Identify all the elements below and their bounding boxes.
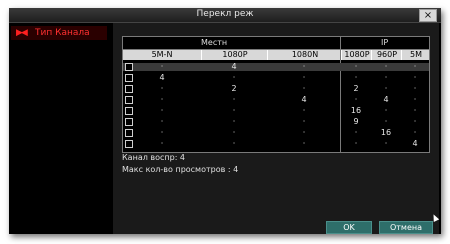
channel-table: Местн IP 5M-N 1080P 1080N 1080P 960P 5M … (122, 36, 430, 153)
close-icon: × (423, 10, 433, 21)
table-cell: · (413, 95, 417, 104)
table-cell: · (232, 117, 236, 126)
table-cell: 4 (231, 62, 237, 71)
table-cell: 4 (301, 95, 307, 104)
table-row[interactable]: · · · 9 · · (123, 117, 429, 126)
table-cell: · (354, 62, 358, 71)
column-header-5m: 5M (401, 50, 430, 60)
table-cell: 4 (159, 73, 165, 82)
table-cell: · (413, 106, 417, 115)
row-checkbox[interactable] (125, 118, 133, 126)
table-cell: · (160, 106, 164, 115)
table-cell: · (354, 128, 358, 137)
table-cell: · (160, 128, 164, 137)
close-button[interactable]: × (419, 9, 437, 22)
table-cell: · (232, 95, 236, 104)
table-cell: · (354, 73, 358, 82)
table-cell: · (302, 139, 306, 148)
mode-switch-dialog: Перекл реж × ▶◀ Тип Канала Местн IP 5M-N… (9, 8, 441, 234)
table-row[interactable]: · · · · · 4 (123, 139, 429, 148)
table-cell: · (160, 139, 164, 148)
column-header-1080p-ip: 1080P (341, 50, 372, 60)
group-header-local: Местн (201, 38, 228, 47)
table-cell: · (302, 128, 306, 137)
channel-arrows-icon: ▶◀ (16, 28, 28, 38)
content-panel: Местн IP 5M-N 1080P 1080N 1080P 960P 5M … (113, 23, 439, 234)
table-cell: 16 (350, 106, 362, 115)
table-cell: · (354, 95, 358, 104)
table-cell: · (232, 73, 236, 82)
dialog-title: Перекл реж (196, 9, 254, 19)
row-checkbox[interactable] (125, 85, 133, 93)
table-cell: · (232, 139, 236, 148)
table-cell: 9 (353, 117, 359, 126)
table-cell: · (302, 62, 306, 71)
row-checkbox[interactable] (125, 140, 133, 148)
table-cell: 4 (383, 95, 389, 104)
table-row[interactable]: · 4 · · · · (123, 62, 429, 71)
table-cell: · (384, 117, 388, 126)
table-cell: · (384, 139, 388, 148)
group-header-ip: IP (381, 38, 389, 47)
playback-channel-info: Канал воспр: 4 (122, 153, 186, 162)
row-checkbox[interactable] (125, 107, 133, 115)
table-cell: 2 (353, 84, 359, 93)
row-checkbox[interactable] (125, 129, 133, 137)
table-cell: · (413, 84, 417, 93)
row-checkbox[interactable] (125, 74, 133, 82)
table-cell: · (413, 73, 417, 82)
column-header-960p: 960P (371, 50, 402, 60)
sidebar-item-label: Тип Канала (35, 28, 90, 38)
table-cell: · (413, 117, 417, 126)
table-cell: · (160, 84, 164, 93)
table-cell: · (232, 106, 236, 115)
table-cell: · (413, 128, 417, 137)
column-header-1080p-local: 1080P (201, 50, 268, 60)
table-cell: · (384, 84, 388, 93)
table-row[interactable]: · · · 16 · · (123, 106, 429, 115)
column-header-bar: 5M-N 1080P 1080N 1080P 960P 5M (123, 50, 429, 60)
ok-button[interactable]: OK (326, 221, 372, 234)
table-cell: · (302, 106, 306, 115)
column-header-5m-n: 5M-N (151, 50, 173, 59)
table-row[interactable]: · · 4 · 4 · (123, 95, 429, 104)
table-cell: · (354, 139, 358, 148)
title-bar: Перекл реж × (9, 8, 441, 23)
row-checkbox[interactable] (125, 96, 133, 104)
table-cell: 2 (231, 84, 237, 93)
sidebar-item-channel-type[interactable]: ▶◀ Тип Канала (11, 26, 107, 40)
table-cell: · (160, 117, 164, 126)
table-row[interactable]: · · · · 16 · (123, 128, 429, 137)
table-cell: · (160, 95, 164, 104)
table-cell: · (384, 73, 388, 82)
table-cell: · (302, 73, 306, 82)
table-cell: · (413, 62, 417, 71)
table-row[interactable]: · 2 · 2 · · (123, 84, 429, 93)
column-header-1080n: 1080N (267, 50, 342, 60)
max-views-info: Макс кол-во просмотров : 4 (122, 165, 239, 174)
table-cell: 16 (380, 128, 392, 137)
table-cell: · (302, 84, 306, 93)
table-cell: 4 (412, 139, 418, 148)
sidebar: ▶◀ Тип Канала (9, 23, 109, 234)
table-cell: · (384, 106, 388, 115)
table-cell: · (160, 62, 164, 71)
row-checkbox[interactable] (125, 63, 133, 71)
table-cell: · (232, 128, 236, 137)
cancel-button[interactable]: Отмена (379, 221, 433, 234)
table-cell: · (302, 117, 306, 126)
table-cell: · (384, 62, 388, 71)
table-row[interactable]: 4 · · · · · (123, 73, 429, 82)
